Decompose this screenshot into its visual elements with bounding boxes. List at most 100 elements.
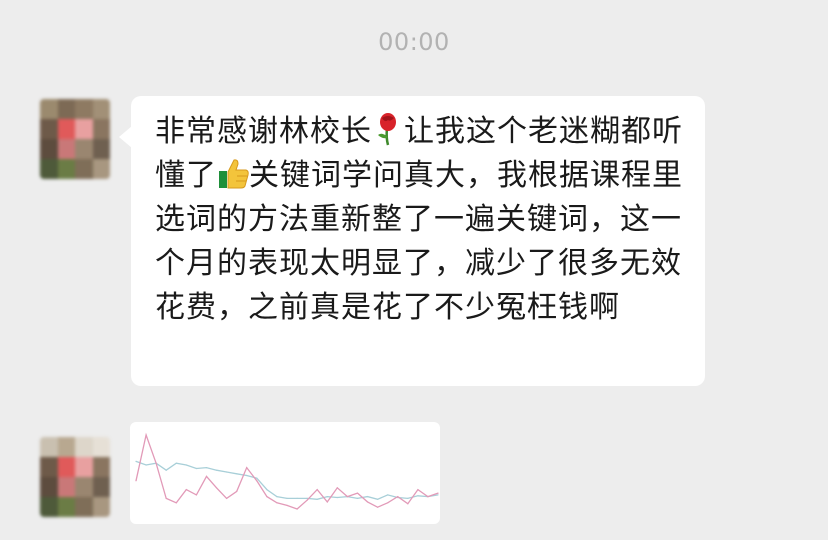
- avatar-pixel: [57, 497, 75, 517]
- message-bubble[interactable]: 非常感谢林校长 让我这个老迷糊都听懂了 关键词学问真大，我根据课程里选词的方法重新整…: [119, 96, 705, 386]
- data-point: [377, 498, 379, 500]
- data-point: [226, 471, 228, 473]
- rose-icon: [372, 112, 404, 146]
- avatar-pixel: [92, 477, 110, 497]
- avatar-pixel: [57, 99, 75, 119]
- data-point: [397, 496, 399, 498]
- data-point: [236, 490, 238, 492]
- avatar-pixel: [75, 457, 93, 477]
- data-point: [215, 469, 218, 471]
- avatar-pixel: [57, 477, 75, 497]
- data-point: [346, 496, 348, 498]
- data-point: [205, 467, 208, 469]
- data-point: [266, 496, 268, 498]
- thumbs-up-icon: [217, 156, 249, 190]
- data-point: [215, 487, 218, 489]
- avatar[interactable]: [40, 437, 110, 517]
- data-point: [185, 464, 187, 466]
- data-point: [437, 492, 439, 494]
- data-point: [306, 499, 308, 501]
- data-point: [175, 462, 177, 464]
- avatar-pixel: [92, 119, 110, 139]
- data-point: [427, 496, 429, 498]
- avatar-pixel: [92, 139, 110, 159]
- data-point: [135, 480, 137, 482]
- data-point: [336, 487, 338, 489]
- data-point: [326, 496, 328, 498]
- data-point: [165, 469, 167, 471]
- bubble-tail: [119, 126, 132, 148]
- data-point: [155, 462, 157, 464]
- data-point: [437, 494, 439, 496]
- data-point: [145, 464, 147, 466]
- avatar-pixel: [92, 497, 110, 517]
- data-point: [276, 502, 278, 504]
- data-point: [356, 497, 359, 499]
- data-point: [366, 501, 369, 503]
- avatar-pixel: [92, 437, 110, 457]
- avatar-pixel: [40, 457, 58, 477]
- avatar-pixel: [75, 437, 93, 457]
- data-point: [366, 496, 369, 498]
- data-point: [336, 496, 338, 499]
- data-point: [266, 489, 268, 491]
- line-chart: [135, 432, 439, 510]
- data-point: [316, 498, 318, 500]
- data-point: [407, 503, 409, 505]
- data-point: [246, 474, 248, 477]
- data-point: [356, 492, 359, 494]
- data-point: [286, 497, 288, 499]
- data-point: [276, 496, 278, 498]
- data-point: [145, 434, 147, 436]
- data-point: [286, 504, 288, 506]
- data-point: [236, 473, 238, 475]
- avatar-pixel: [40, 437, 58, 457]
- avatar-pixel: [40, 139, 58, 159]
- data-point: [326, 501, 328, 503]
- data-point: [246, 467, 248, 469]
- avatar-pixel: [57, 159, 75, 179]
- avatar-pixel: [75, 477, 93, 497]
- data-point: [226, 497, 228, 499]
- data-point: [256, 477, 258, 479]
- avatar-pixel: [40, 477, 58, 497]
- avatar-pixel: [57, 457, 75, 477]
- data-point: [256, 480, 258, 482]
- data-point: [175, 502, 177, 504]
- data-point: [417, 489, 419, 491]
- avatar-pixel: [40, 497, 58, 517]
- avatar-pixel: [57, 437, 75, 457]
- data-point: [316, 489, 318, 491]
- data-point: [296, 497, 298, 499]
- avatar-pixel: [75, 159, 93, 179]
- avatar-pixel: [75, 139, 93, 159]
- avatar-pixel: [75, 497, 93, 517]
- avatar-pixel: [92, 159, 110, 179]
- data-point: [165, 497, 167, 499]
- data-point: [417, 495, 419, 497]
- data-point: [195, 467, 197, 470]
- avatar-pixel: [92, 99, 110, 119]
- series-line-1: [135, 460, 439, 500]
- avatar-pixel: [40, 159, 58, 179]
- data-point: [387, 494, 389, 496]
- avatar[interactable]: [40, 99, 110, 179]
- avatar-pixel: [40, 119, 58, 139]
- avatar-pixel: [40, 99, 58, 119]
- avatar-pixel: [75, 119, 93, 139]
- data-point: [377, 506, 379, 508]
- avatar-pixel: [75, 99, 93, 119]
- data-point: [135, 460, 137, 462]
- data-point: [387, 502, 389, 504]
- message-text: 非常感谢林校长 让我这个老迷糊都听懂了 关键词学问真大，我根据课程里选词的方法重新整…: [155, 110, 685, 330]
- timestamp: 00:00: [378, 28, 450, 56]
- data-point: [185, 489, 187, 491]
- avatar-pixel: [57, 119, 75, 139]
- image-message-bubble[interactable]: [130, 422, 440, 524]
- data-point: [407, 497, 409, 499]
- avatar-pixel: [57, 139, 75, 159]
- data-point: [195, 494, 197, 496]
- data-point: [205, 475, 208, 477]
- message-text-part-1: 非常感谢林校长: [155, 114, 372, 149]
- avatar-pixel: [92, 457, 110, 477]
